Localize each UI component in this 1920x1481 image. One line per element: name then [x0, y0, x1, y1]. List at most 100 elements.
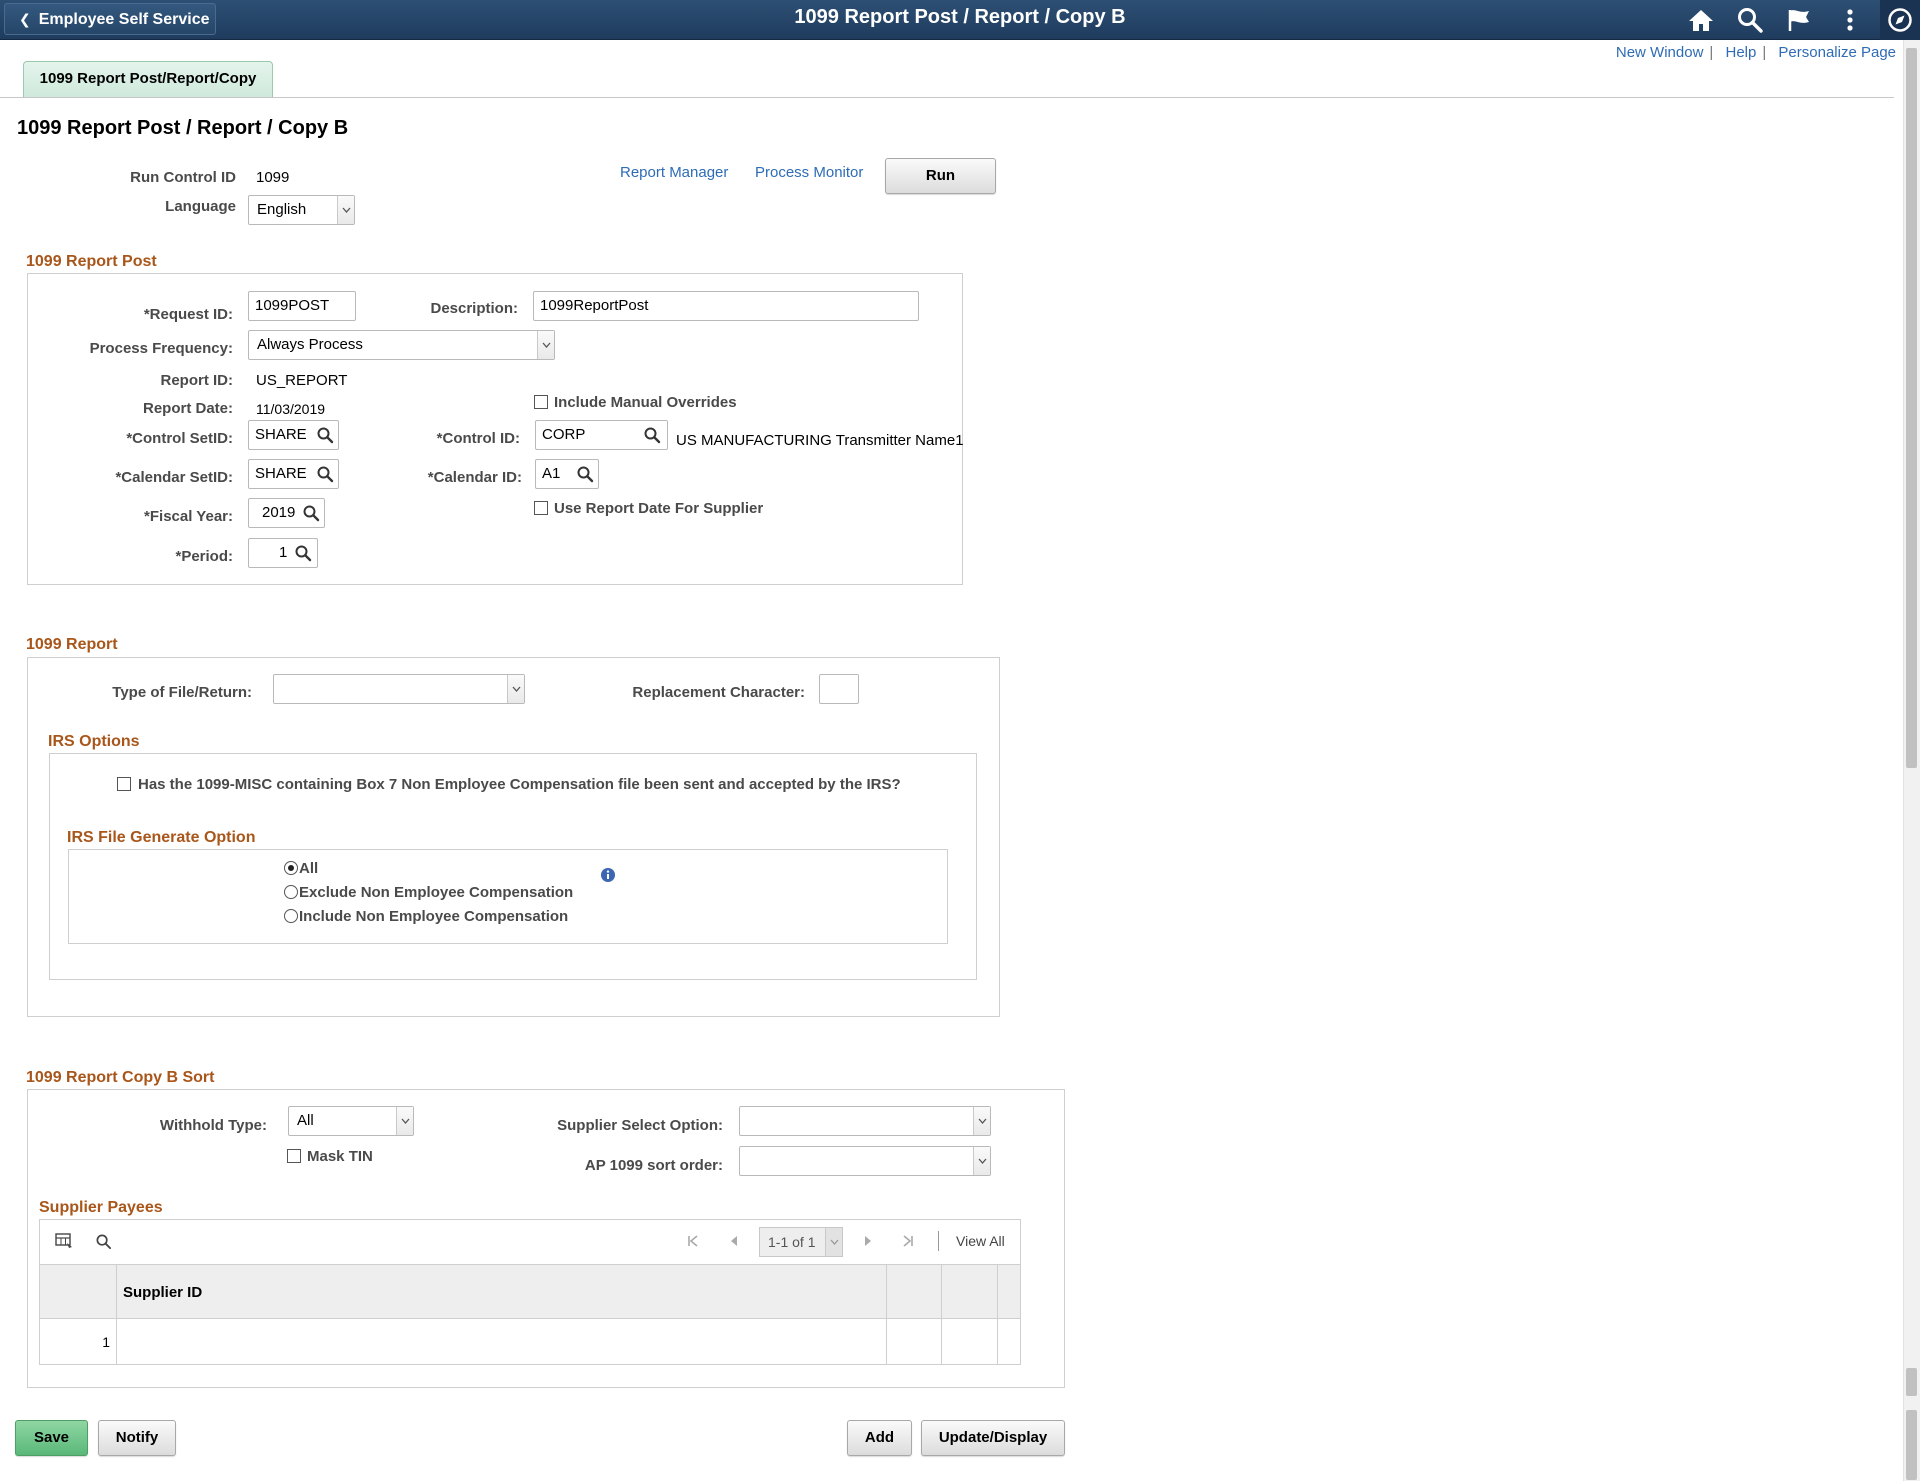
next-page-icon[interactable]: [862, 1234, 874, 1248]
lookup-icon[interactable]: [302, 504, 320, 522]
description-input[interactable]: 1099ReportPost: [533, 291, 919, 321]
use-report-date-label: Use Report Date For Supplier: [554, 500, 764, 517]
supplier-select-select[interactable]: [739, 1106, 991, 1136]
control-id-description: US MANUFACTURING Transmitter Name1: [676, 432, 964, 449]
process-frequency-label: Process Frequency:: [89, 340, 233, 357]
mask-tin-label: Mask TIN: [307, 1148, 373, 1165]
run-button[interactable]: Run: [885, 158, 996, 194]
description-label: Description:: [430, 300, 518, 317]
link-separator: |: [1762, 44, 1767, 61]
lookup-icon[interactable]: [316, 465, 334, 483]
include-manual-overrides-checkbox[interactable]: [534, 395, 548, 409]
top-links: New Window | Help | Personalize Page: [1616, 44, 1896, 61]
chevron-left-icon: ❮: [19, 11, 31, 27]
update-display-button[interactable]: Update/Display: [921, 1420, 1065, 1456]
process-frequency-value: Always Process: [257, 336, 363, 353]
process-monitor-link[interactable]: Process Monitor: [755, 164, 863, 181]
type-of-file-select[interactable]: [273, 674, 525, 704]
link-separator: |: [1709, 44, 1714, 61]
save-button[interactable]: Save: [15, 1420, 88, 1456]
use-report-date-checkbox[interactable]: [534, 501, 548, 515]
report-id-label: Report ID:: [160, 372, 234, 389]
info-icon[interactable]: [600, 867, 616, 883]
grid-column-divider: [886, 1265, 887, 1365]
report-id-value: US_REPORT: [256, 372, 348, 389]
withhold-type-label: Withhold Type:: [159, 1117, 267, 1134]
report-section-title: 1099 Report: [26, 636, 118, 653]
replacement-character-label: Replacement Character:: [632, 684, 805, 701]
personalize-grid-icon[interactable]: [55, 1233, 73, 1249]
process-frequency-select[interactable]: Always Process: [248, 330, 555, 360]
report-date-value: 11/03/2019: [256, 401, 326, 417]
pager-select[interactable]: 1-1 of 1: [759, 1227, 843, 1257]
lookup-icon[interactable]: [294, 544, 312, 562]
run-control-id-value: 1099: [256, 169, 290, 186]
report-manager-link[interactable]: Report Manager: [620, 164, 728, 181]
first-page-icon[interactable]: [686, 1234, 700, 1248]
chevron-down-icon: [507, 675, 524, 703]
banner-title: 1099 Report Post / Report / Copy B: [794, 6, 1126, 28]
irs-accepted-label: Has the 1099-MISC containing Box 7 Non E…: [138, 776, 901, 793]
language-select[interactable]: English: [248, 195, 355, 225]
lookup-icon[interactable]: [316, 426, 334, 444]
supplier-select-label: Supplier Select Option:: [557, 1117, 723, 1134]
option-exclude-label: Exclude Non Employee Compensation: [299, 884, 574, 901]
option-include-label: Include Non Employee Compensation: [299, 908, 569, 925]
scrollbar-thumb[interactable]: [1906, 1410, 1917, 1480]
grid-search-icon[interactable]: [95, 1233, 112, 1250]
option-all-label: All: [299, 860, 319, 877]
personalize-page-link[interactable]: Personalize Page: [1778, 44, 1896, 61]
option-include-radio[interactable]: [284, 909, 298, 923]
option-all-radio[interactable]: [284, 861, 298, 875]
replacement-character-input[interactable]: [819, 674, 859, 704]
actions-menu-icon[interactable]: [1830, 4, 1870, 36]
lookup-icon[interactable]: [576, 465, 594, 483]
view-all-link[interactable]: View All: [956, 1233, 1005, 1249]
irs-options-title: IRS Options: [48, 733, 140, 750]
chevron-down-icon: [396, 1107, 413, 1135]
type-of-file-label: Type of File/Return:: [112, 684, 252, 701]
tab-1099-report-post[interactable]: 1099 Report Post/Report/Copy: [23, 61, 273, 97]
new-window-link[interactable]: New Window: [1616, 44, 1704, 61]
run-control-id-label: Run Control ID: [130, 169, 236, 186]
last-page-icon[interactable]: [901, 1234, 915, 1248]
supplier-payees-title: Supplier Payees: [39, 1199, 163, 1216]
lookup-icon[interactable]: [643, 426, 661, 444]
report-post-section-title: 1099 Report Post: [26, 253, 157, 270]
grid-column-divider: [997, 1265, 998, 1365]
search-icon[interactable]: [1730, 4, 1770, 36]
chevron-down-icon: [973, 1147, 990, 1175]
language-label: Language: [165, 198, 236, 215]
chevron-down-icon: [973, 1107, 990, 1135]
flag-icon[interactable]: [1779, 4, 1819, 36]
pager-text: 1-1 of 1: [768, 1234, 816, 1250]
notify-button[interactable]: Notify: [98, 1420, 176, 1456]
top-banner: ❮ Employee Self Service 1099 Report Post …: [0, 0, 1920, 40]
scrollbar-thumb[interactable]: [1906, 48, 1917, 768]
column-header-supplier-id[interactable]: Supplier ID: [123, 1284, 202, 1301]
mask-tin-checkbox[interactable]: [287, 1149, 301, 1163]
fiscal-year-label: *Fiscal Year:: [144, 508, 233, 525]
withhold-type-select[interactable]: All: [288, 1106, 414, 1136]
navbar-compass-icon[interactable]: [1880, 4, 1920, 36]
calendar-setid-label: *Calendar SetID:: [115, 469, 233, 486]
option-exclude-radio[interactable]: [284, 885, 298, 899]
report-date-label: Report Date:: [142, 400, 233, 417]
row-number: 1: [102, 1334, 110, 1350]
add-button[interactable]: Add: [847, 1420, 912, 1456]
help-link[interactable]: Help: [1725, 44, 1756, 61]
back-button[interactable]: ❮ Employee Self Service: [4, 3, 216, 35]
include-manual-overrides-label: Include Manual Overrides: [554, 394, 737, 411]
request-id-input[interactable]: 1099POST: [248, 291, 356, 321]
table-row: [39, 1319, 1021, 1365]
page-title: 1099 Report Post / Report / Copy B: [17, 117, 349, 139]
copy-b-section-title: 1099 Report Copy B Sort: [26, 1069, 215, 1086]
ap-sort-order-select[interactable]: [739, 1146, 991, 1176]
irs-file-generate-title: IRS File Generate Option: [67, 829, 256, 846]
ap-sort-order-label: AP 1099 sort order:: [584, 1157, 723, 1174]
period-label: *Period:: [175, 548, 233, 565]
home-icon[interactable]: [1681, 4, 1721, 36]
previous-page-icon[interactable]: [728, 1234, 740, 1248]
scrollbar-thumb[interactable]: [1906, 1368, 1917, 1396]
irs-accepted-checkbox[interactable]: [117, 777, 131, 791]
